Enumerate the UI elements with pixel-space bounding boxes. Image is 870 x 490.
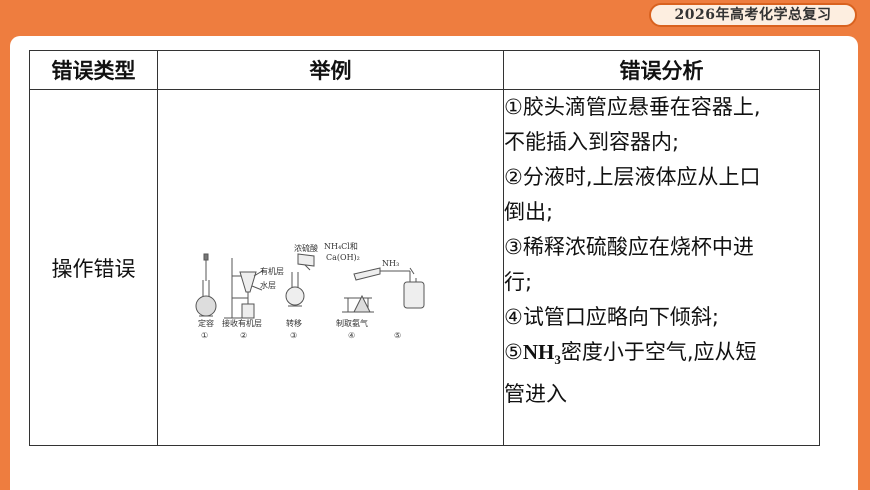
analysis-line-4: 倒出; [504, 200, 554, 224]
apparatus-figure: 有机层 水层 浓硫酸 NH₄Cl和 Ca(OH)₂ NH₃ 定容 接收有机层 转… [195, 242, 425, 340]
organic-layer-label: 有机层 [260, 266, 284, 276]
error-type-cell: 操作错误 [29, 89, 158, 446]
flask-caption: 定容 [198, 318, 214, 328]
figure-number-2: ② [240, 331, 247, 340]
figure-number-5: ⑤ [394, 331, 401, 340]
course-title-badge: 2026年高考化学总复习 [649, 3, 857, 27]
analysis-line-5: ③稀释浓硫酸应在烧杯中进 [504, 235, 754, 259]
nh3-label: NH₃ [382, 259, 399, 268]
separating-funnel-icon [224, 257, 265, 318]
header-error-type: 错误类型 [29, 50, 158, 90]
volumetric-flask-icon [195, 253, 217, 316]
ammonia-caption: 制取氨气 [336, 318, 368, 328]
gas-bottle-icon [390, 267, 425, 308]
table-header-row: 错误类型 举例 错误分析 [29, 50, 820, 90]
nh3-formula-base: NH [522, 340, 555, 364]
analysis-line-8-text: 密度小于空气,应从短 [560, 340, 757, 364]
analysis-line-9: 管进入 [504, 382, 567, 407]
analysis-line-8-number: ⑤ [504, 340, 523, 364]
nh3-formula: NH3 [522, 340, 561, 367]
analysis-line-8: ⑤NH3密度小于空气,应从短 [504, 335, 819, 377]
error-table: 错误类型 举例 错误分析 操作错误 有机层 水层 浓硫酸 NH₄Cl和 Ca(O… [29, 50, 820, 446]
table-row: 操作错误 有机层 水层 浓硫酸 NH₄Cl和 Ca(OH)₂ NH₃ 定容 接收… [29, 89, 820, 446]
figure-number-1: ① [201, 331, 208, 340]
analysis-line-2: 不能插入到容器内; [504, 130, 680, 154]
analysis-line-3: ②分液时,上层液体应从上口 [504, 165, 761, 189]
analysis-line-7: ④试管口应略向下倾斜; [504, 305, 719, 329]
analysis-line-6: 行; [504, 270, 533, 294]
water-layer-label: 水层 [260, 280, 276, 290]
analysis-line-1: ①胶头滴管应悬垂在容器上, [504, 95, 761, 119]
transfer-icon [285, 252, 315, 306]
reagent-label-2: Ca(OH)₂ [326, 253, 360, 262]
acid-label: 浓硫酸 [294, 243, 318, 253]
transfer-caption: 转移 [286, 318, 302, 328]
reagent-label-1: NH₄Cl和 [324, 242, 358, 251]
header-analysis: 错误分析 [503, 50, 820, 90]
header-example: 举例 [157, 50, 504, 90]
example-cell: 有机层 水层 浓硫酸 NH₄Cl和 Ca(OH)₂ NH₃ 定容 接收有机层 转… [157, 89, 504, 446]
funnel-caption: 接收有机层 [222, 318, 262, 328]
figure-number-4: ④ [348, 331, 355, 340]
figure-number-3: ③ [290, 331, 297, 340]
ammonia-setup-icon [342, 266, 390, 312]
analysis-cell: ①胶头滴管应悬垂在容器上, 不能插入到容器内; ②分液时,上层液体应从上口 倒出… [503, 89, 820, 446]
